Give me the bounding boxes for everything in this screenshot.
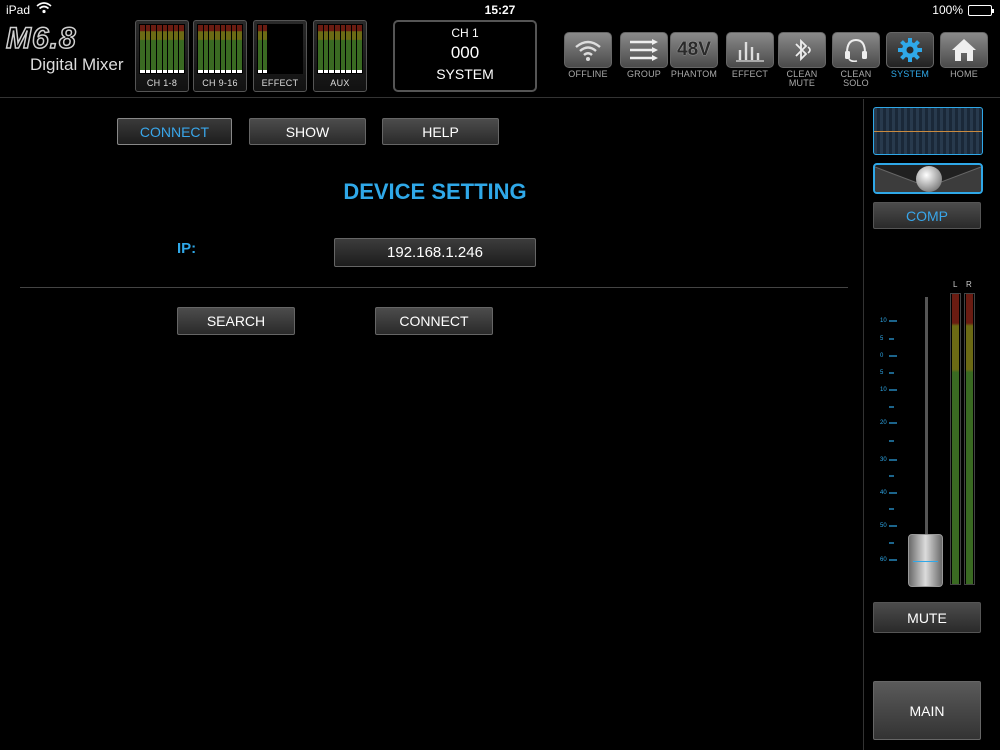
nav-label: EFFECT (731, 69, 769, 79)
pan-control[interactable] (873, 163, 983, 194)
bluetooth-mute-icon (778, 32, 826, 68)
channel-number: 000 (450, 43, 480, 62)
right-level-meter (964, 293, 975, 585)
meter-label: AUX (330, 78, 350, 88)
meter-bank-ch9-16[interactable]: CH 9-16 (193, 20, 247, 92)
search-button[interactable]: SEARCH (177, 307, 295, 335)
meter-right-label: R (966, 280, 972, 289)
logo-subtitle: Digital Mixer (30, 55, 124, 74)
battery-status: 100% (932, 3, 994, 17)
meter-label: CH 1-8 (146, 78, 178, 88)
gear-icon (886, 32, 934, 68)
group-icon (620, 32, 668, 68)
meter-left-label: L (953, 280, 958, 289)
effect-icon (726, 32, 774, 68)
logo-model: M6.8 (5, 21, 77, 56)
page-title: DEVICE SETTING (343, 179, 527, 204)
meter-bank-effect[interactable]: EFFECT (253, 20, 307, 92)
main-fader-handle[interactable] (908, 534, 943, 587)
tab-show[interactable]: SHOW (249, 118, 366, 145)
meter-label: EFFECT (261, 78, 299, 88)
status-bar: iPad 15:27 100% (0, 0, 1000, 20)
nav-label: CLEAN SOLO (840, 69, 872, 88)
eq-thumbnail[interactable] (873, 107, 983, 155)
channel-mode: SYSTEM (436, 66, 494, 82)
home-icon (940, 32, 988, 68)
nav-offline[interactable]: OFFLINE (561, 32, 615, 79)
divider (20, 287, 848, 288)
channel-name: CH 1 (451, 26, 479, 40)
tab-connect[interactable]: CONNECT (117, 118, 232, 145)
nav-label: SYSTEM (890, 69, 930, 79)
tab-help[interactable]: HELP (382, 118, 499, 145)
nav-clean-solo[interactable]: CLEAN SOLO (829, 32, 883, 88)
headset-icon (832, 32, 880, 68)
nav-label: HOME (950, 69, 978, 79)
battery-percent: 100% (932, 3, 963, 17)
wifi-icon (564, 32, 612, 68)
meter-bank-aux[interactable]: AUX (313, 20, 367, 92)
battery-icon (968, 4, 994, 16)
pan-knob[interactable] (916, 166, 942, 192)
comp-button[interactable]: COMP (873, 202, 981, 229)
main-button[interactable]: MAIN (873, 681, 981, 740)
channel-display: CH 1 000 SYSTEM (393, 20, 537, 92)
panel-divider (863, 99, 864, 750)
mute-button[interactable]: MUTE (873, 602, 981, 633)
header-bar: M6.8 Digital Mixer CH 1-8 CH 9-16 EFFECT… (0, 20, 1000, 98)
connect-button[interactable]: CONNECT (375, 307, 493, 335)
meter-label: CH 9-16 (202, 78, 238, 88)
nav-clean-mute[interactable]: CLEAN MUTE (775, 32, 829, 88)
phantom-48v-icon: 48V (670, 32, 718, 68)
nav-home[interactable]: HOME (937, 32, 991, 79)
meter-bank-ch1-8[interactable]: CH 1-8 (135, 20, 189, 92)
nav-group[interactable]: GROUP (617, 32, 671, 79)
ip-address-field[interactable]: 192.168.1.246 (334, 238, 536, 267)
nav-label: GROUP (626, 69, 661, 79)
left-level-meter (950, 293, 961, 585)
clock: 15:27 (484, 3, 516, 17)
app-logo: M6.8 Digital Mixer (5, 21, 124, 74)
nav-effect[interactable]: EFFECT (723, 32, 777, 79)
nav-system[interactable]: SYSTEM (883, 32, 937, 79)
nav-label: CLEAN MUTE (786, 69, 818, 88)
nav-label: OFFLINE (568, 69, 608, 79)
nav-label: PHANTOM (670, 69, 718, 79)
ip-label: IP: (177, 240, 197, 257)
nav-phantom[interactable]: 48V PHANTOM (667, 32, 721, 79)
